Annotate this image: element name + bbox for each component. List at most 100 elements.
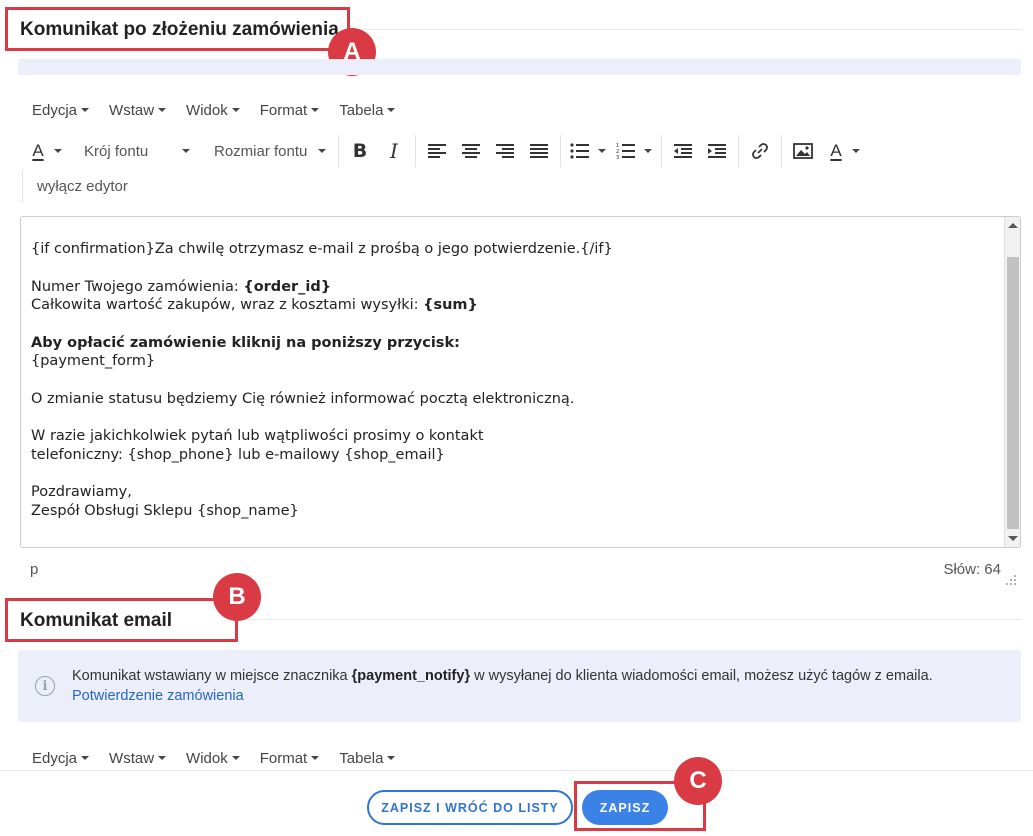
editor-line: Pozdrawiamy, xyxy=(31,484,132,500)
editor-menubar: Edycja Wstaw Widok Format Tabela xyxy=(22,97,405,123)
save-and-back-button[interactable]: ZAPISZ I WRÓĆ DO LISTY xyxy=(367,790,573,825)
editor-blank-top xyxy=(31,217,1001,236)
link-icon xyxy=(752,143,768,159)
word-count: Słów: 64 xyxy=(943,561,1001,578)
font-family-select[interactable]: Krój fontu xyxy=(72,135,198,167)
chevron-down-icon xyxy=(387,108,396,112)
indent-icon xyxy=(708,144,726,158)
link-button[interactable] xyxy=(743,135,777,167)
font-size-select[interactable]: Rozmiar fontu xyxy=(198,135,334,167)
font-size-label: Rozmiar fontu xyxy=(214,142,308,160)
align-left-button[interactable] xyxy=(420,135,454,167)
toolbar-separator xyxy=(738,135,739,167)
menu-table[interactable]: Tabela xyxy=(329,745,405,771)
editor-toolbar: A Krój fontu Rozmiar fontu B I 123 A xyxy=(22,135,870,167)
menu-edit[interactable]: Edycja xyxy=(22,745,99,771)
chevron-down-icon xyxy=(311,108,320,112)
italic-icon: I xyxy=(390,139,398,163)
info-text: Komunikat wstawiany w miejsce znacznika … xyxy=(72,666,933,706)
editor-line: Numer Twojego zamówienia: {order_id} xyxy=(31,278,1001,297)
align-justify-button[interactable] xyxy=(522,135,556,167)
sum-tag: {sum} xyxy=(423,297,478,313)
editor-blank xyxy=(31,464,1001,483)
bold-button[interactable]: B xyxy=(343,135,377,167)
resize-handle-icon[interactable] xyxy=(1005,574,1017,586)
scrollbar-thumb[interactable] xyxy=(1007,257,1019,529)
chevron-down-icon xyxy=(318,149,326,153)
info-text-after: w wysyłanej do klienta wiadomości email,… xyxy=(470,668,933,684)
image-button[interactable] xyxy=(786,135,820,167)
toolbar-separator xyxy=(781,135,782,167)
section-divider xyxy=(345,29,1021,30)
align-left-icon xyxy=(428,144,446,158)
rich-text-editor[interactable]: {if confirmation}Za chwilę otrzymasz e-m… xyxy=(20,216,1021,548)
outdent-icon xyxy=(674,144,692,158)
image-icon xyxy=(793,143,813,159)
menu-table-label: Tabela xyxy=(339,749,384,767)
numbered-list-icon: 123 xyxy=(616,143,635,160)
chevron-down-icon xyxy=(644,149,652,153)
annotation-badge-c: C xyxy=(674,757,722,805)
font-color-button[interactable]: A xyxy=(22,135,72,167)
menu-format[interactable]: Format xyxy=(250,745,330,771)
editor-line: {payment_form} xyxy=(31,353,156,369)
info-tag: {payment_notify} xyxy=(351,668,471,684)
chevron-down-icon xyxy=(81,756,90,760)
menu-format-label: Format xyxy=(259,101,308,119)
menu-table[interactable]: Tabela xyxy=(329,97,405,123)
scroll-up-icon[interactable] xyxy=(1008,223,1018,228)
font-color-icon: A xyxy=(32,141,44,160)
disable-editor-button[interactable]: wyłącz edytor xyxy=(37,178,128,195)
editor-line: Całkowita wartość zakupów, wraz z koszta… xyxy=(31,296,1001,315)
align-right-button[interactable] xyxy=(488,135,522,167)
chevron-down-icon xyxy=(598,149,606,153)
menu-insert[interactable]: Wstaw xyxy=(99,745,176,771)
editor-header-bar xyxy=(18,59,1021,75)
menu-edit-label: Edycja xyxy=(32,749,78,767)
bold-icon: B xyxy=(352,140,368,162)
menu-edit[interactable]: Edycja xyxy=(22,97,99,123)
bullet-list-icon xyxy=(570,143,589,159)
background-color-button[interactable]: A xyxy=(820,135,870,167)
chevron-down-icon xyxy=(231,108,240,112)
align-center-button[interactable] xyxy=(454,135,488,167)
annotation-box-b xyxy=(5,598,238,642)
chevron-down-icon xyxy=(53,149,62,153)
editor-line: telefoniczny: {shop_phone} lub e-mailowy… xyxy=(31,446,445,463)
align-justify-icon xyxy=(530,144,548,158)
numbered-list-button[interactable]: 123 xyxy=(611,135,657,167)
editor-line: W razie jakichkolwiek pytań lub wątpliwo… xyxy=(31,428,484,444)
save-button[interactable]: ZAPISZ xyxy=(582,790,668,825)
element-path[interactable]: p xyxy=(30,561,38,578)
order-confirmation-link[interactable]: Potwierdzenie zamówienia xyxy=(72,688,244,704)
editor-scrollbar[interactable] xyxy=(1004,217,1020,547)
editor-line: {if confirmation}Za chwilę otrzymasz e-m… xyxy=(31,241,613,257)
editor-toolbar-row2: wyłącz edytor xyxy=(22,170,128,202)
editor-content[interactable]: {if confirmation}Za chwilę otrzymasz e-m… xyxy=(31,217,1001,520)
menu-view[interactable]: Widok xyxy=(176,97,250,123)
chevron-down-icon xyxy=(851,149,860,153)
menu-format[interactable]: Format xyxy=(250,97,330,123)
chevron-down-icon xyxy=(158,108,167,112)
editor-blank xyxy=(31,371,1001,390)
info-text-before: Komunikat wstawiany w miejsce znacznika xyxy=(72,668,352,684)
toolbar-separator xyxy=(415,135,416,167)
scroll-down-icon[interactable] xyxy=(1008,536,1018,541)
chevron-down-icon xyxy=(231,756,240,760)
menu-insert-label: Wstaw xyxy=(109,749,155,767)
svg-text:3: 3 xyxy=(616,155,619,160)
outdent-button[interactable] xyxy=(666,135,700,167)
chevron-down-icon xyxy=(81,108,90,112)
editor-line-bold: Aby opłacić zamówienie kliknij na poniżs… xyxy=(31,334,460,351)
background-color-icon: A xyxy=(830,141,842,160)
indent-button[interactable] xyxy=(700,135,734,167)
menu-view[interactable]: Widok xyxy=(176,745,250,771)
italic-button[interactable]: I xyxy=(377,135,411,167)
info-icon: i xyxy=(35,676,55,696)
bullet-list-button[interactable] xyxy=(565,135,611,167)
editor-line: O zmianie statusu będziemy Cię również i… xyxy=(31,390,575,407)
order-id-label: Numer Twojego zamówienia: xyxy=(31,278,244,295)
menu-insert[interactable]: Wstaw xyxy=(99,97,176,123)
toolbar-separator xyxy=(560,135,561,167)
menu-format-label: Format xyxy=(259,749,308,767)
